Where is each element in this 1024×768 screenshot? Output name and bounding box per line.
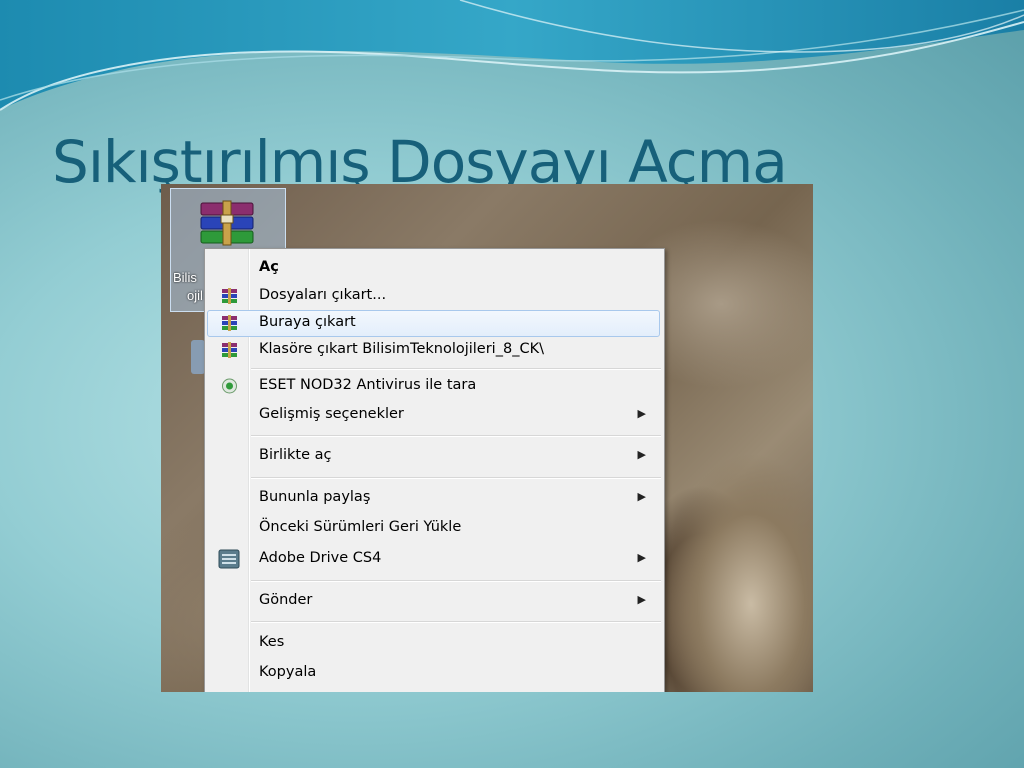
menu-item-label: Kopyala (259, 664, 317, 680)
menu-item-label: Kes (259, 634, 285, 650)
winrar-icon (222, 315, 237, 331)
menu-item-copy[interactable]: Kopyala (207, 660, 660, 687)
menu-item-extract-here[interactable]: Buraya çıkart (207, 310, 660, 337)
winrar-icon (222, 288, 237, 304)
menu-item-send-to[interactable]: Gönder ▶ (207, 588, 660, 615)
winrar-icon (222, 342, 237, 358)
menu-item-extract-to-folder[interactable]: Klasöre çıkart BilisimTeknolojileri_8_CK… (207, 337, 660, 364)
submenu-arrow-icon: ▶ (637, 448, 646, 461)
menu-item-open-with[interactable]: Birlikte aç ▶ (207, 443, 660, 470)
menu-item-label: ESET NOD32 Antivirus ile tara (259, 377, 477, 393)
menu-item-advanced-options[interactable]: Gelişmiş seçenekler ▶ (207, 402, 660, 429)
menu-item-label: Buraya çıkart (259, 314, 356, 330)
menu-item-label: Aç (259, 259, 279, 275)
menu-item-open[interactable]: Aç (207, 255, 660, 282)
menu-item-extract-files[interactable]: Dosyaları çıkart... (207, 283, 660, 310)
menu-item-share-with[interactable]: Bununla paylaş ▶ (207, 485, 660, 512)
menu-separator (251, 368, 661, 370)
menu-separator (251, 435, 661, 437)
menu-separator (251, 580, 661, 582)
menu-item-label: Birlikte aç (259, 447, 332, 463)
menu-item-label: Önceki Sürümleri Geri Yükle (259, 519, 462, 535)
menu-item-label: Klasöre çıkart BilisimTeknolojileri_8_CK… (259, 341, 544, 357)
submenu-arrow-icon: ▶ (637, 551, 646, 564)
decorative-header-wave (0, 0, 1024, 111)
menu-item-cut[interactable]: Kes (207, 630, 660, 657)
winrar-archive-icon (200, 200, 254, 246)
adobe-drive-icon (218, 549, 240, 569)
context-menu: Aç Dosyaları çıkart... Buraya çıkart Kla… (204, 248, 665, 692)
menu-item-adobe-drive[interactable]: Adobe Drive CS4 ▶ (207, 546, 660, 573)
eset-icon (222, 378, 237, 394)
menu-item-label: Bununla paylaş (259, 489, 371, 505)
submenu-arrow-icon: ▶ (637, 593, 646, 606)
menu-item-label: Gelişmiş seçenekler (259, 406, 404, 422)
menu-separator (251, 621, 661, 623)
menu-item-restore-previous-versions[interactable]: Önceki Sürümleri Geri Yükle (207, 515, 660, 542)
submenu-arrow-icon: ▶ (637, 407, 646, 420)
screenshot-image: Bilis ojil Aç Dosyaları çıkart... Buraya… (161, 184, 813, 692)
menu-item-label: Gönder (259, 592, 313, 608)
menu-item-eset-scan[interactable]: ESET NOD32 Antivirus ile tara (207, 373, 660, 400)
menu-item-label: Dosyaları çıkart... (259, 287, 387, 303)
menu-item-label: Adobe Drive CS4 (259, 550, 382, 566)
submenu-arrow-icon: ▶ (637, 490, 646, 503)
menu-separator (251, 477, 661, 479)
desktop-icon-partial[interactable] (191, 340, 205, 374)
